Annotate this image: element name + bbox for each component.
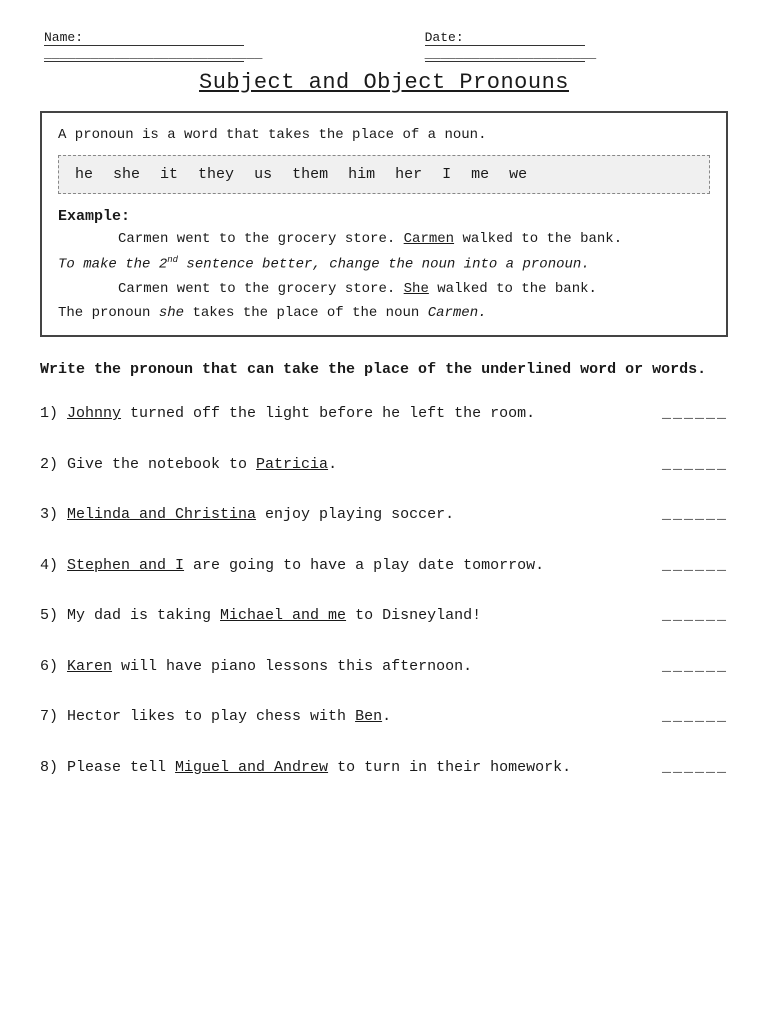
example-sentence-1: Carmen went to the grocery store. Carmen… — [118, 231, 710, 247]
question-text-3: 3) Melinda and Christina enjoy playing s… — [40, 504, 646, 527]
answer-line-4[interactable]: ______ — [662, 557, 728, 574]
question-text-1: 1) Johnny turned off the light before he… — [40, 403, 646, 426]
pronouns-box: he she it they us them him her I me we — [58, 155, 710, 194]
definition-text: A pronoun is a word that takes the place… — [58, 127, 710, 143]
pronoun-her: her — [395, 166, 422, 183]
answer-line-5[interactable]: ______ — [662, 607, 728, 624]
date-label: Date: — [425, 30, 585, 46]
question-item-1: 1) Johnny turned off the light before he… — [40, 403, 728, 426]
question-item-4: 4) Stephen and I are going to have a pla… — [40, 555, 728, 578]
question-list: 1) Johnny turned off the light before he… — [40, 403, 728, 779]
question-item-8: 8) Please tell Miguel and Andrew to turn… — [40, 757, 728, 780]
answer-line-3[interactable]: ______ — [662, 506, 728, 523]
answer-line-2[interactable]: ______ — [662, 456, 728, 473]
question-item-7: 7) Hector likes to play chess with Ben. … — [40, 706, 728, 729]
italic-instruction: To make the 2nd sentence better, change … — [58, 255, 710, 273]
date-line: ______________________ — [425, 46, 585, 62]
example-sentence-2: Carmen went to the grocery store. She wa… — [118, 281, 710, 297]
question-text-2: 2) Give the notebook to Patricia. — [40, 454, 646, 477]
page-title: Subject and Object Pronouns — [40, 70, 728, 95]
header: Name: ____________________________ Date:… — [40, 30, 728, 62]
pronoun-us: us — [254, 166, 272, 183]
question-text-8: 8) Please tell Miguel and Andrew to turn… — [40, 757, 646, 780]
name-field: Name: ____________________________ — [40, 30, 421, 62]
pronoun-we: we — [509, 166, 527, 183]
answer-line-7[interactable]: ______ — [662, 708, 728, 725]
answer-line-6[interactable]: ______ — [662, 658, 728, 675]
pronoun-him: him — [348, 166, 375, 183]
question-item-5: 5) My dad is taking Michael and me to Di… — [40, 605, 728, 628]
answer-line-1[interactable]: ______ — [662, 405, 728, 422]
question-text-4: 4) Stephen and I are going to have a pla… — [40, 555, 646, 578]
answer-line-8[interactable]: ______ — [662, 759, 728, 776]
question-item-6: 6) Karen will have piano lessons this af… — [40, 656, 728, 679]
question-text-6: 6) Karen will have piano lessons this af… — [40, 656, 646, 679]
question-item-2: 2) Give the notebook to Patricia. ______ — [40, 454, 728, 477]
pronoun-she: she — [113, 166, 140, 183]
instructions: Write the pronoun that can take the plac… — [40, 359, 728, 382]
name-label: Name: — [44, 30, 244, 46]
definition-box: A pronoun is a word that takes the place… — [40, 111, 728, 337]
pronoun-they: they — [198, 166, 234, 183]
question-item-3: 3) Melinda and Christina enjoy playing s… — [40, 504, 728, 527]
example-label: Example: — [58, 208, 710, 225]
pronoun-he: he — [75, 166, 93, 183]
pronoun-note: The pronoun she takes the place of the n… — [58, 305, 710, 321]
pronoun-I: I — [442, 166, 451, 183]
date-field: Date: ______________________ — [421, 30, 728, 62]
pronoun-me: me — [471, 166, 489, 183]
name-line: ____________________________ — [44, 46, 244, 62]
pronoun-it: it — [160, 166, 178, 183]
pronoun-them: them — [292, 166, 328, 183]
question-text-7: 7) Hector likes to play chess with Ben. — [40, 706, 646, 729]
question-text-5: 5) My dad is taking Michael and me to Di… — [40, 605, 646, 628]
